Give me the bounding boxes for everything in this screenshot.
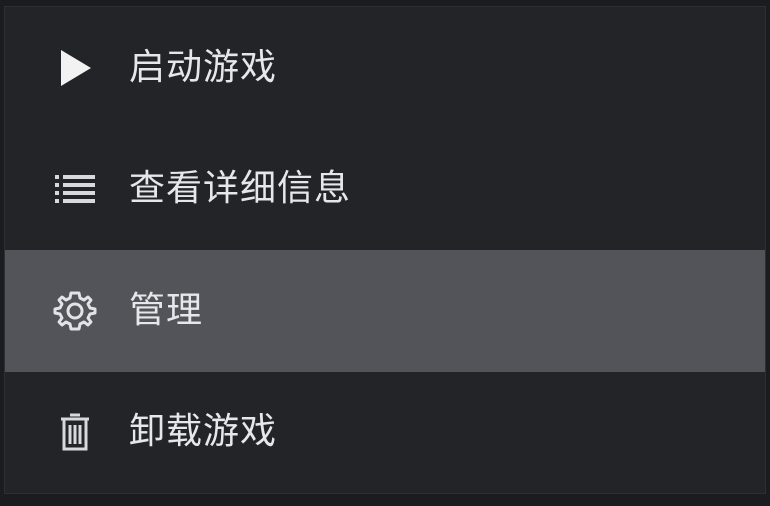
play-icon xyxy=(49,42,101,94)
menu-item-label: 管理 xyxy=(129,289,204,331)
list-icon xyxy=(49,163,101,215)
menu-item-uninstall-game[interactable]: 卸载游戏 xyxy=(5,372,765,494)
menu-item-label: 卸载游戏 xyxy=(129,411,278,453)
menu-item-launch-game[interactable]: 启动游戏 xyxy=(5,7,765,129)
menu-item-label: 启动游戏 xyxy=(129,46,278,88)
gear-icon xyxy=(49,285,101,337)
trash-icon xyxy=(49,406,101,458)
context-menu: 启动游戏 查看详细信息 管理 卸载游戏 xyxy=(4,6,766,494)
menu-item-manage[interactable]: 管理 xyxy=(5,250,765,372)
menu-item-label: 查看详细信息 xyxy=(129,168,352,210)
menu-item-view-details[interactable]: 查看详细信息 xyxy=(5,129,765,251)
